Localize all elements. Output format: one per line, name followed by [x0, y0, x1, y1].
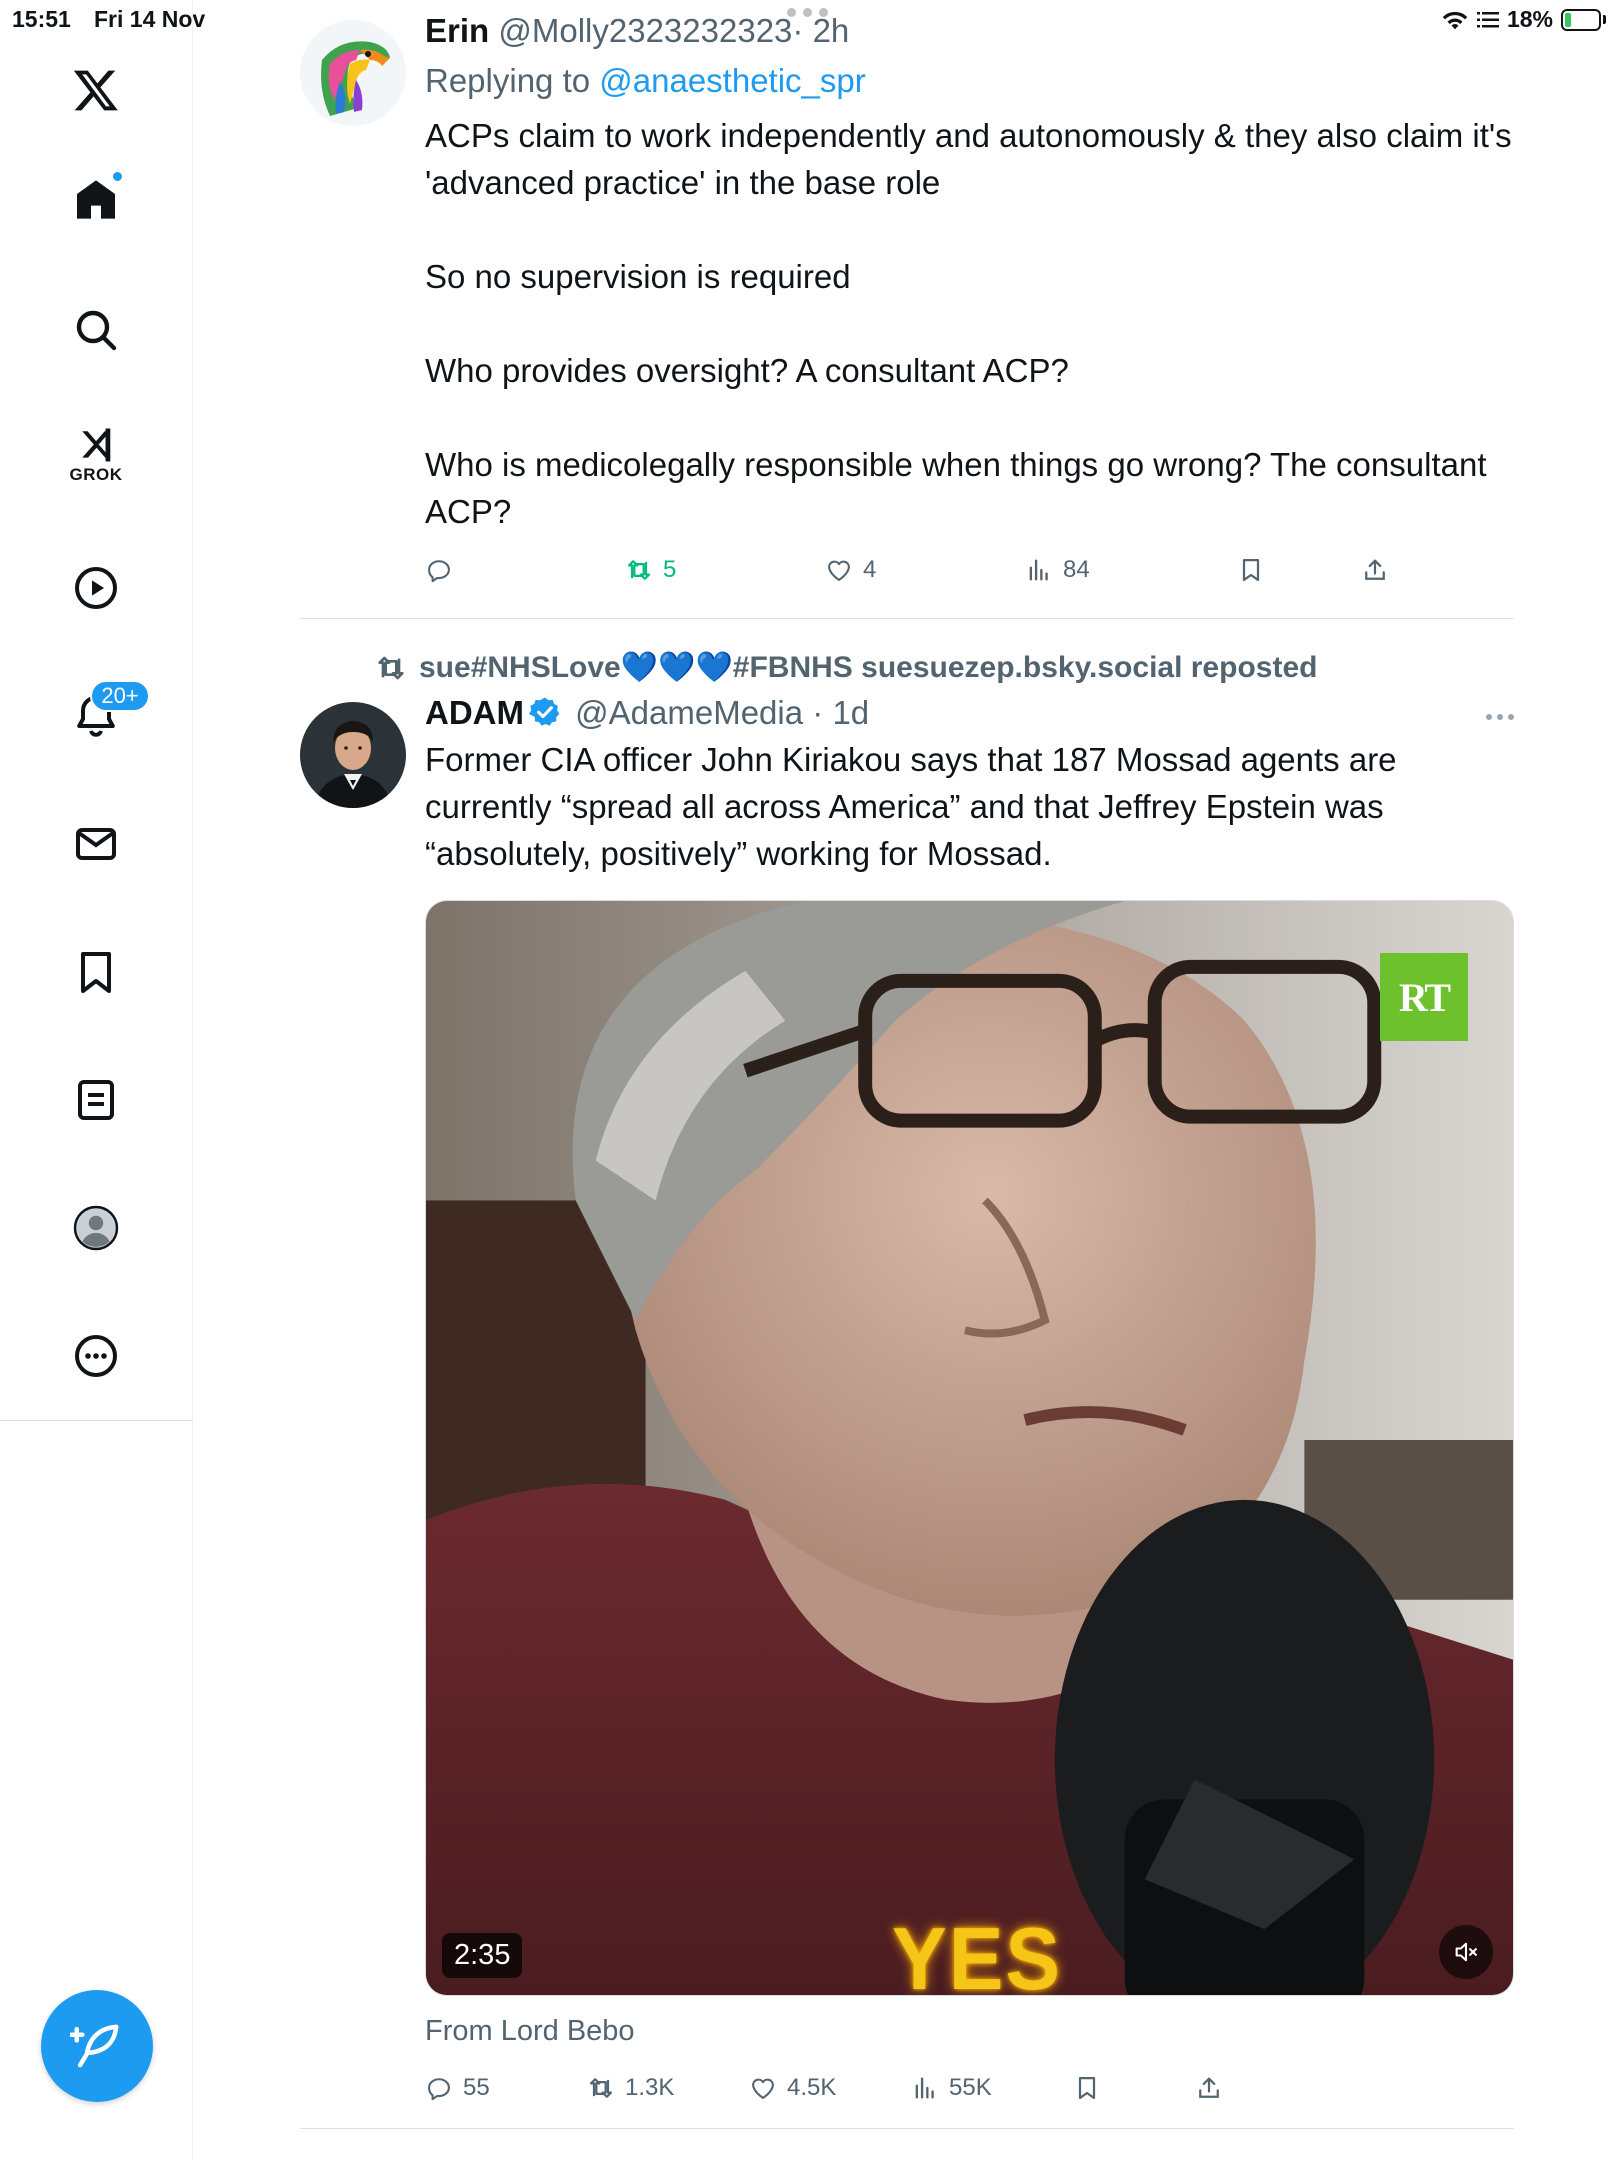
home-unread-dot: [111, 170, 124, 183]
video-frame-image: [426, 901, 1513, 1995]
home-icon: [77, 180, 115, 219]
search-icon: [76, 310, 117, 351]
tweet-divider: [300, 618, 1514, 619]
like-count: 4: [863, 556, 877, 583]
share-button[interactable]: [1361, 556, 1389, 584]
reply-button[interactable]: [425, 556, 463, 584]
repost-label[interactable]: sue#NHSLove💙💙💙#FBNHS suesuezep.bsky.soci…: [375, 650, 1317, 685]
adam-avatar-image: [300, 702, 406, 808]
verified-badge-icon: [528, 697, 560, 726]
bookmark-button[interactable]: [1237, 556, 1265, 584]
like-count: 4.5K: [787, 2074, 837, 2101]
envelope-icon: [76, 828, 116, 860]
tweet-time[interactable]: · 1d: [812, 694, 869, 731]
sidebar-item-notifications[interactable]: 20+: [56, 676, 150, 756]
rt-logo: RT: [1380, 953, 1468, 1041]
avatar[interactable]: [300, 20, 406, 126]
tweet-text: ACPs claim to work independently and aut…: [425, 117, 1512, 530]
x-logo-icon[interactable]: [56, 50, 136, 130]
bookmark-button[interactable]: [1073, 2074, 1101, 2102]
tweet-content: Erin @Molly2323232323· 2h Replying to @a…: [425, 12, 1514, 535]
profile-avatar-icon: [73, 1205, 119, 1251]
bookmark-icon: [81, 952, 111, 993]
avatar[interactable]: [300, 702, 406, 808]
more-circle-icon: [75, 1335, 117, 1377]
bookmark-icon: [1078, 2076, 1096, 2100]
compose-button[interactable]: [41, 1990, 153, 2102]
share-button[interactable]: [1195, 2074, 1223, 2102]
heart-icon: [752, 2078, 774, 2099]
tweet-text: Former CIA officer John Kiriakou says th…: [425, 741, 1406, 872]
views-chart-icon: [915, 2077, 934, 2099]
list-icon: [78, 1080, 114, 1120]
sidebar-item-profile[interactable]: [56, 1188, 136, 1268]
repost-text: sue#NHSLove💙💙💙#FBNHS suesuezep.bsky.soci…: [419, 651, 1318, 684]
replying-to-prefix: Replying to: [425, 62, 600, 99]
retweet-icon: [627, 560, 651, 580]
share-icon: [1365, 559, 1385, 580]
retweet-icon: [589, 2078, 613, 2098]
tweet-header: ADAM @AdameMedia · 1d: [425, 694, 1514, 732]
sidebar-item-lists[interactable]: [56, 1060, 136, 1140]
tweet-divider: [300, 2128, 1514, 2129]
retweet-icon: [378, 656, 404, 679]
sidebar: GROK 20+: [0, 0, 193, 2160]
replying-to-link[interactable]: @anaesthetic_spr: [599, 62, 865, 99]
sidebar-item-video[interactable]: [56, 548, 136, 628]
play-circle-icon: [75, 567, 117, 609]
sidebar-item-grok[interactable]: GROK: [56, 414, 136, 494]
views-button[interactable]: 84: [1025, 556, 1090, 584]
tweet-actions: 55 1.3K 4.5K 55K: [425, 2068, 1514, 2108]
muted-speaker-icon: [1455, 1942, 1477, 1962]
tweet-video[interactable]: RT YES 2:35: [425, 900, 1514, 1996]
video-source-line[interactable]: From Lord Bebo: [425, 2015, 635, 2048]
sidebar-item-search[interactable]: [56, 290, 136, 370]
battery-icon: [1561, 8, 1606, 31]
retweet-count: 5: [663, 556, 677, 583]
views-button[interactable]: 55K: [911, 2074, 992, 2102]
reply-button[interactable]: 55: [425, 2074, 490, 2102]
bookmark-icon: [1242, 558, 1260, 582]
grok-icon: [82, 428, 111, 462]
heart-icon: [828, 560, 850, 581]
eagle-avatar-image: [300, 20, 406, 126]
author-name[interactable]: Erin: [425, 12, 489, 49]
replying-to-line: Replying to @anaesthetic_spr: [425, 62, 1514, 100]
tweet-time[interactable]: · 2h: [792, 12, 849, 49]
views-count: 84: [1063, 556, 1090, 583]
notifications-badge: 20+: [90, 680, 150, 712]
sidebar-item-messages[interactable]: [56, 804, 136, 884]
sidebar-item-bookmarks[interactable]: [56, 932, 136, 1012]
author-handle[interactable]: @Molly2323232323: [498, 12, 792, 49]
like-button[interactable]: 4: [825, 556, 876, 584]
reply-icon: [428, 560, 450, 583]
views-chart-icon: [1029, 559, 1048, 581]
author-name[interactable]: ADAM: [425, 694, 524, 731]
compose-feather-icon: [70, 2024, 119, 2068]
share-icon: [1199, 2077, 1219, 2098]
grok-label: GROK: [69, 465, 123, 484]
reply-count: 55: [463, 2074, 490, 2101]
mute-button[interactable]: [1439, 1925, 1493, 1979]
sidebar-item-more[interactable]: [56, 1316, 136, 1396]
tweet-header: Erin @Molly2323232323· 2h: [425, 12, 1514, 50]
video-caption-word: YES: [892, 1910, 1063, 1996]
like-button[interactable]: 4.5K: [749, 2074, 836, 2102]
video-duration: 2:35: [442, 1933, 523, 1978]
sidebar-item-home[interactable]: [56, 160, 136, 240]
sidebar-divider: [0, 1420, 193, 1421]
tweet-actions: 5 4 84: [425, 550, 1514, 590]
reply-icon: [428, 2078, 450, 2101]
retweet-button[interactable]: 1.3K: [587, 2074, 674, 2102]
author-handle[interactable]: @AdameMedia: [575, 694, 803, 731]
views-count: 55K: [949, 2074, 992, 2101]
retweet-count: 1.3K: [625, 2074, 675, 2101]
retweet-button[interactable]: 5: [625, 556, 676, 584]
tweet-content: ADAM @AdameMedia · 1d Former CIA officer…: [425, 694, 1514, 877]
